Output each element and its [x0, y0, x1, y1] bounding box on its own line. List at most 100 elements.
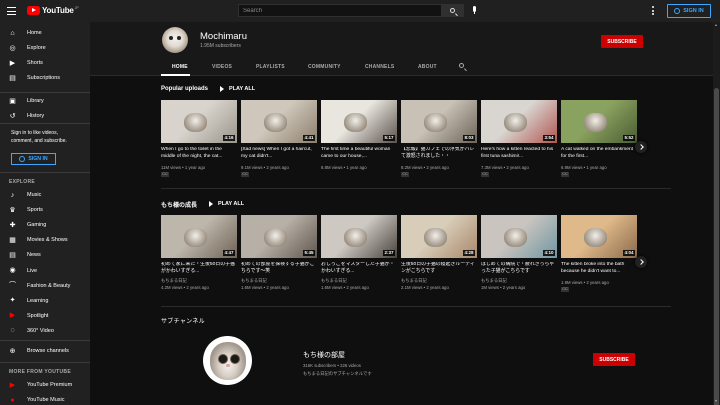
video-card[interactable]: 4:28 生後50日の子猫の寝起きルーティンがこちらです もちまる日記 2.1M vi…	[401, 215, 477, 291]
video-channel-line: もちまる日記	[161, 278, 187, 283]
video-title[interactable]: 初めての部屋を探検する子猫がこちらです〜笑	[241, 262, 317, 276]
video-card[interactable]: 4:10 はじめての病院で・疲れきっちゃった子猫がこちらです もちまる日記 1M vi…	[481, 215, 557, 291]
video-thumbnail[interactable]: 4:16	[161, 100, 237, 143]
sidebar-item-explore[interactable]: ◎ Explore	[0, 41, 90, 55]
video-meta: 8.8M views • 1 year ago	[321, 165, 367, 170]
search-input[interactable]	[239, 5, 441, 16]
shelf-title[interactable]: Popular uploads	[161, 86, 208, 92]
video-card[interactable]: 5:45 初めての部屋を探検する子猫がこちらです〜笑 もちまる日記 1.6M view…	[241, 215, 317, 291]
play-all-button[interactable]: PLAY ALL	[220, 86, 255, 92]
video-card[interactable]: 5:17 The first time a beautiful woman cam…	[321, 100, 397, 176]
sidebar-item-youtube-premium[interactable]: ▶ YouTube Premium	[0, 378, 90, 392]
kitten-image	[183, 112, 207, 133]
sidebar-item-news[interactable]: ▤ News	[0, 248, 90, 262]
next-arrow-icon[interactable]	[635, 256, 647, 268]
video-card[interactable]: 8:03 【悲報】猫カフェでの浮気がバレて激怒されました・・ 8.2M views …	[401, 100, 477, 177]
sidebar-item-library[interactable]: ▣ Library	[0, 94, 90, 108]
tab-about[interactable]: ABOUT	[418, 64, 437, 70]
video-duration: 2:37	[382, 250, 395, 256]
settings-menu-icon[interactable]	[652, 6, 654, 15]
video-card[interactable]: 4:41 [Sad news] When I got a haircut, my …	[241, 100, 317, 177]
sidebar-item-home[interactable]: ⌂ Home	[0, 26, 90, 40]
sidebar-item-sports[interactable]: ♛ Sports	[0, 203, 90, 217]
video-card[interactable]: 4:16 When I go to the toilet in the middl…	[161, 100, 237, 177]
scrollbar-thumb[interactable]	[714, 88, 719, 405]
video-thumbnail[interactable]: 8:03	[401, 100, 477, 143]
tab-home[interactable]: HOME	[172, 64, 188, 70]
video-thumbnail[interactable]: 5:45	[241, 215, 317, 258]
video-title[interactable]: 【悲報】猫カフェでの浮気がバレて激怒されました・・	[401, 147, 477, 161]
video-card[interactable]: 4:04 The kitten broke into the bath becau…	[561, 215, 637, 292]
channel-search-icon[interactable]	[459, 63, 464, 68]
sub-channel-name[interactable]: もち様の部屋	[303, 350, 345, 360]
sidebar-item-shorts[interactable]: ▶ Shorts	[0, 56, 90, 70]
sign-in-button[interactable]: SIGN IN	[667, 4, 711, 18]
sidebar-item-live[interactable]: ◉ Live	[0, 264, 90, 278]
spotlight-icon: ▶	[9, 312, 16, 320]
video-title[interactable]: The first time a beautiful woman came to…	[321, 147, 397, 161]
channel-avatar[interactable]	[162, 27, 188, 53]
tab-playlists[interactable]: PLAYLISTS	[256, 64, 285, 70]
video-thumbnail[interactable]: 4:04	[561, 215, 637, 258]
video-thumbnail[interactable]: 4:10	[481, 215, 557, 258]
sub-channel-avatar[interactable]	[203, 336, 252, 385]
cc-badge: CC	[401, 172, 410, 177]
video-title[interactable]: A cat walked on the embankment for the f…	[561, 147, 637, 161]
video-thumbnail[interactable]: 2:37	[321, 215, 397, 258]
next-arrow-icon[interactable]	[635, 141, 647, 153]
browse-channels-item[interactable]: ⊕ Browse channels	[0, 344, 90, 358]
search-button[interactable]	[442, 4, 464, 17]
sidebar-item-music[interactable]: ♪ Music	[0, 188, 90, 202]
scroll-down-icon[interactable]	[715, 400, 717, 402]
menu-icon[interactable]	[7, 7, 16, 15]
user-icon	[19, 156, 26, 162]
cc-badge: CC	[561, 287, 570, 292]
video-thumbnail[interactable]: 5:52	[561, 100, 637, 143]
sidebar-item-360-video[interactable]: ◌ 360° Video	[0, 324, 90, 338]
scroll-up-icon[interactable]	[715, 24, 717, 26]
sidebar-item-spotlight[interactable]: ▶ Spotlight	[0, 309, 90, 323]
sidebar-item-label: History	[27, 113, 45, 119]
video-thumbnail[interactable]: 4:41	[241, 100, 317, 143]
microphone-icon[interactable]	[473, 6, 476, 14]
shelf-title[interactable]: もち様の成長	[161, 200, 197, 209]
video-title[interactable]: おしっこをマスターした子猫が・かわいすぎる...	[321, 262, 397, 276]
sidebar-item-subscriptions[interactable]: ▤ Subscriptions	[0, 71, 90, 85]
video-title[interactable]: Here's how a kitten reacted to his first…	[481, 147, 557, 161]
sidebar-item-movies-shows[interactable]: ▦ Movies & Shows	[0, 233, 90, 247]
video-title[interactable]: When I go to the toilet in the middle of…	[161, 147, 237, 161]
film-icon: ▦	[9, 236, 16, 244]
shorts-icon: ▶	[9, 59, 16, 67]
tab-community[interactable]: COMMUNITY	[308, 64, 341, 70]
sidebar-item-fashion-beauty[interactable]: ⌒ Fashion & Beauty	[0, 279, 90, 293]
sidebar-item-youtube-music[interactable]: ● YouTube Music	[0, 393, 90, 405]
video-title[interactable]: 初めて家に来た・生後50日の子猫がかわいすぎる...	[161, 262, 237, 276]
youtube-logo[interactable]: YouTube JP	[27, 6, 79, 15]
sub-channel-subscribe-button[interactable]: SUBSCRIBE	[593, 353, 635, 366]
video-title[interactable]: 生後50日の子猫の寝起きルーティンがこちらです	[401, 262, 477, 276]
video-title[interactable]: はじめての病院で・疲れきっちゃった子猫がこちらです	[481, 262, 557, 276]
video-card[interactable]: 2:37 おしっこをマスターした子猫が・かわいすぎる... もちまる日記 1.6M v…	[321, 215, 397, 291]
tab-channels[interactable]: CHANNELS	[365, 64, 394, 70]
video-thumbnail[interactable]: 4:28	[401, 215, 477, 258]
sidebar-item-label: Spotlight	[27, 312, 49, 319]
sidebar-item-gaming[interactable]: ✚ Gaming	[0, 218, 90, 232]
sidebar-item-history[interactable]: ↺ History	[0, 109, 90, 123]
video-thumbnail[interactable]: 3:54	[481, 100, 557, 143]
video-card[interactable]: 4:47 初めて家に来た・生後50日の子猫がかわいすぎる... もちまる日記 4.2M…	[161, 215, 237, 291]
sidebar-item-label: Subscriptions	[27, 75, 61, 81]
subscribe-button[interactable]: SUBSCRIBE	[601, 35, 643, 48]
video-thumbnail[interactable]: 5:17	[321, 100, 397, 143]
channel-name: Mochimaru	[200, 31, 247, 42]
scrollbar[interactable]	[713, 22, 720, 405]
video-title[interactable]: The kitten broke into the bath because h…	[561, 262, 637, 276]
video-card[interactable]: 3:54 Here's how a kitten reacted to his f…	[481, 100, 557, 177]
video-title[interactable]: [Sad news] When I got a haircut, my cat …	[241, 147, 317, 161]
sidebar-item-learning[interactable]: ✦ Learning	[0, 294, 90, 308]
video-thumbnail[interactable]: 4:47	[161, 215, 237, 258]
video-card[interactable]: 5:52 A cat walked on the embankment for t…	[561, 100, 637, 177]
play-all-button[interactable]: PLAY ALL	[209, 201, 244, 207]
tab-videos[interactable]: VIDEOS	[212, 64, 232, 70]
history-icon: ↺	[9, 112, 16, 120]
sidebar-sign-in-button[interactable]: SIGN IN	[11, 153, 56, 165]
